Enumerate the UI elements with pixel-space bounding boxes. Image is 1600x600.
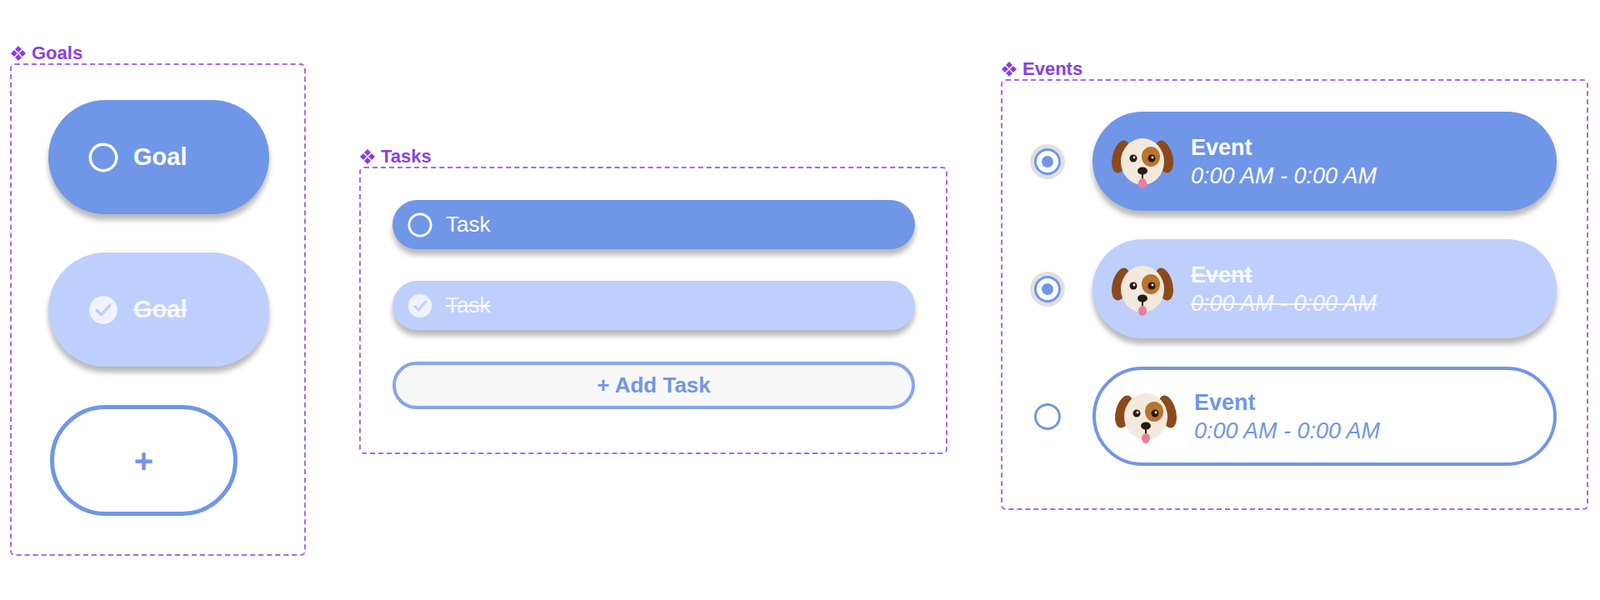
event-row: Event0:00 AM - 0:00 AM: [1034, 111, 1587, 211]
goal-pill[interactable]: Goal: [48, 252, 270, 367]
event-radio[interactable]: [1034, 148, 1061, 175]
radio-dot: [1041, 155, 1054, 168]
dog-icon: [1109, 128, 1176, 195]
frame-label: Tasks: [359, 146, 948, 167]
event-text: Event0:00 AM - 0:00 AM: [1190, 133, 1377, 190]
check-circle-icon[interactable]: [407, 293, 433, 319]
component-icon: [10, 45, 27, 62]
event-text: Event0:00 AM - 0:00 AM: [1190, 260, 1377, 318]
event-radio[interactable]: [1034, 403, 1061, 430]
event-text: Event0:00 AM - 0:00 AM: [1194, 388, 1380, 445]
event-pill[interactable]: Event0:00 AM - 0:00 AM: [1092, 239, 1557, 339]
event-pill[interactable]: Event0:00 AM - 0:00 AM: [1092, 366, 1557, 466]
tasks-frame: Task Task + Add Task: [359, 166, 948, 455]
add-task-button[interactable]: + Add Task: [392, 361, 915, 410]
event-radio[interactable]: [1034, 275, 1061, 303]
dog-icon: [1112, 383, 1180, 450]
circle-icon[interactable]: [88, 142, 119, 173]
dog-icon: [1109, 255, 1176, 323]
component-icon: [359, 148, 376, 165]
events-frame: Event0:00 AM - 0:00 AM Event0:00 AM - 0:0…: [1000, 79, 1589, 510]
circle-icon[interactable]: [407, 212, 433, 238]
tasks-section: Tasks Task Task + Add Task: [359, 146, 948, 455]
canvas: Goals Goal Goal + Tasks Task Task + Add Task Eve…: [0, 0, 1600, 600]
task-pill[interactable]: Task: [392, 200, 915, 250]
add-goal-button[interactable]: +: [50, 405, 238, 516]
frame-label: Goals: [10, 43, 306, 64]
check-circle-icon[interactable]: [88, 295, 119, 325]
component-icon: [1000, 60, 1018, 78]
radio-dot: [1041, 283, 1054, 295]
event-pill[interactable]: Event0:00 AM - 0:00 AM: [1092, 111, 1557, 211]
goals-section: Goals Goal Goal +: [10, 43, 306, 556]
task-pill[interactable]: Task: [392, 280, 915, 330]
event-row: Event0:00 AM - 0:00 AM: [1034, 239, 1587, 339]
goals-frame: Goal Goal +: [10, 63, 306, 556]
frame-label: Events: [1000, 59, 1589, 80]
events-section: EventsEvent0:00 AM - 0:00 AMEvent0:00 AM…: [1000, 59, 1589, 510]
event-row: Event0:00 AM - 0:00 AM: [1034, 366, 1587, 466]
goal-pill[interactable]: Goal: [48, 100, 270, 215]
